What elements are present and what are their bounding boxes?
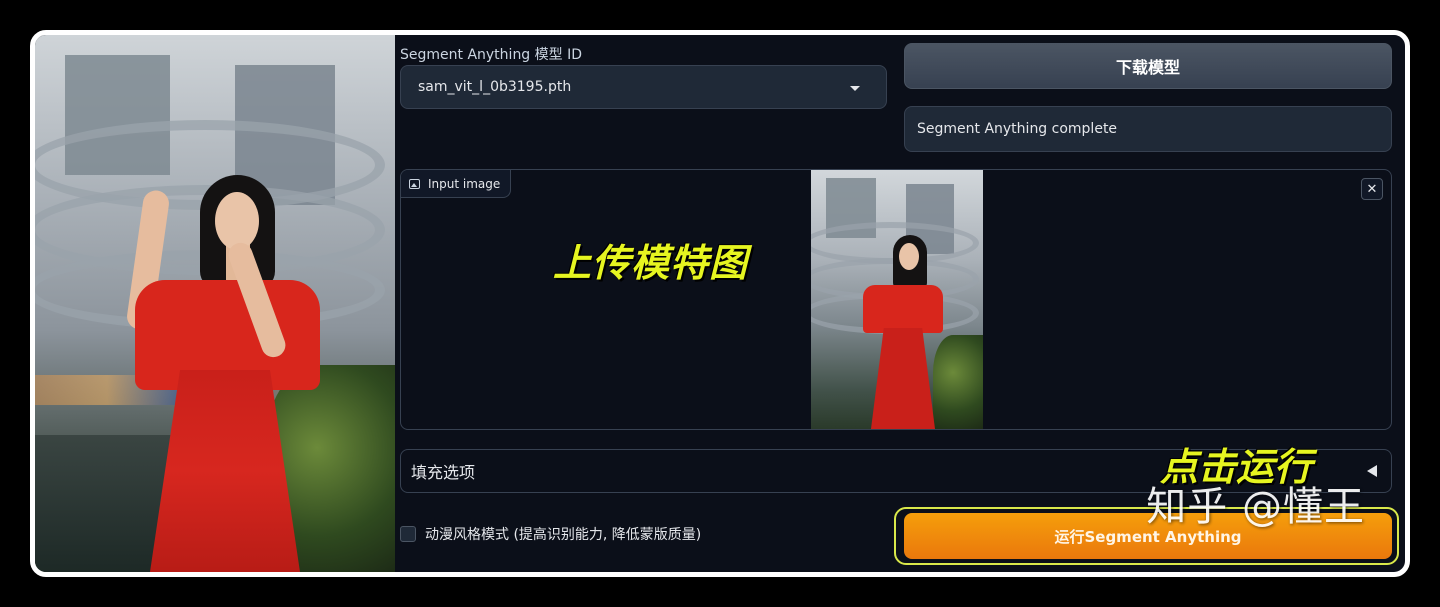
figure-dress-top	[863, 285, 943, 333]
input-image-panel[interactable]: Input image 上传模特图 ✕	[400, 169, 1392, 430]
model-figure	[863, 230, 943, 429]
input-image-label: Input image	[428, 176, 501, 191]
uploaded-image-preview	[811, 170, 983, 429]
figure-dress	[871, 328, 935, 429]
app-frame: Segment Anything 模型 ID sam_vit_l_0b3195.…	[30, 30, 1410, 577]
triangle-left-icon	[1367, 465, 1377, 477]
watermark: 知乎 @懂王	[1146, 484, 1365, 530]
status-output: Segment Anything complete	[904, 106, 1392, 152]
anime-mode-label: 动漫风格模式 (提高识别能力, 降低蒙版质量)	[425, 527, 702, 543]
image-icon	[409, 178, 420, 189]
model-id-dropdown[interactable]: sam_vit_l_0b3195.pth	[400, 65, 887, 109]
input-image-tag: Input image	[401, 170, 512, 198]
download-model-button[interactable]: 下载模型	[904, 43, 1392, 89]
model-photo	[35, 35, 395, 572]
figure-face	[215, 192, 259, 250]
fill-options-label: 填充选项	[411, 463, 476, 482]
model-id-label: Segment Anything 模型 ID	[400, 47, 583, 63]
anime-mode-checkbox[interactable]	[400, 526, 416, 542]
anime-mode-option[interactable]: 动漫风格模式 (提高识别能力, 降低蒙版质量)	[400, 524, 701, 544]
model-id-value: sam_vit_l_0b3195.pth	[418, 79, 572, 95]
figure-dress	[150, 370, 300, 572]
figure-face	[899, 243, 919, 270]
model-figure	[125, 170, 320, 572]
upload-overlay-text: 上传模特图	[553, 241, 749, 285]
chevron-down-icon	[850, 86, 860, 91]
close-icon[interactable]: ✕	[1361, 178, 1383, 200]
